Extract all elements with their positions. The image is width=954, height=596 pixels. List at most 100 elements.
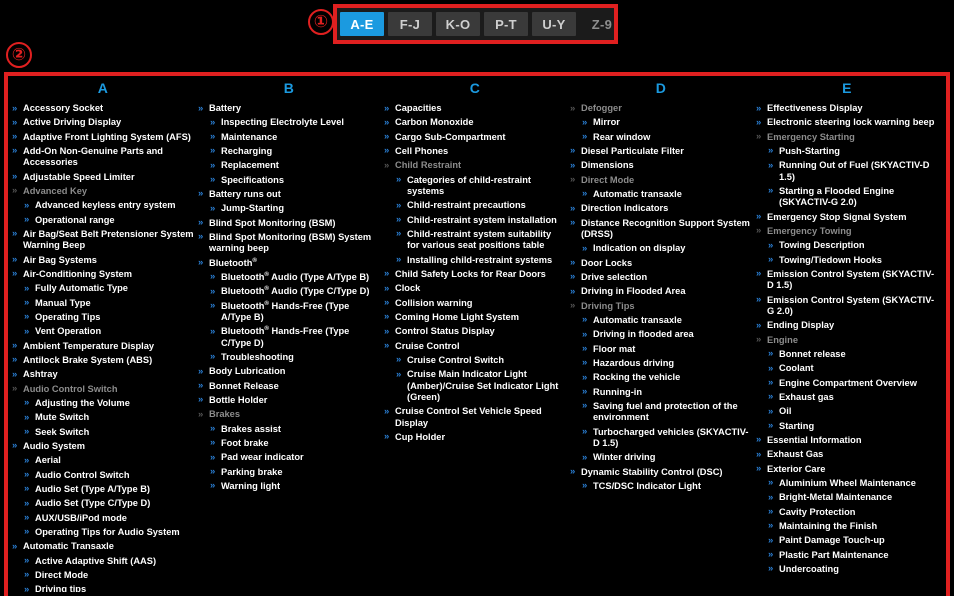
index-subentry-mirror[interactable]: » Mirror <box>582 117 752 128</box>
index-subentry-advanced-keyless-entry-system[interactable]: » Advanced keyless entry system <box>24 200 194 211</box>
index-subentry-replacement[interactable]: » Replacement <box>210 160 380 171</box>
index-subentry-cruise-main-indicator-light-amber-cruise-set-i[interactable]: » Cruise Main Indicator Light (Amber)/Cru… <box>396 369 566 403</box>
index-subentry-towing-description[interactable]: » Towing Description <box>768 240 938 251</box>
index-entry-dynamic-stability-control-dsc[interactable]: » Dynamic Stability Control (DSC) <box>570 466 752 478</box>
index-entry-body-lubrication[interactable]: » Body Lubrication <box>198 366 380 377</box>
index-subentry-child-restraint-system-suitability-for-various[interactable]: » Child-restraint system suitability for … <box>396 228 566 252</box>
index-subentry-operating-tips[interactable]: » Operating Tips <box>24 311 194 323</box>
index-entry-emergency-stop-signal-system[interactable]: » Emergency Stop Signal System <box>756 211 938 223</box>
index-entry-air-conditioning-system[interactable]: » Air-Conditioning System <box>12 268 194 280</box>
index-entry-cell-phones[interactable]: » Cell Phones <box>384 145 566 157</box>
index-entry-bonnet-release[interactable]: » Bonnet Release <box>198 380 380 392</box>
index-subentry-aux-usb-ipod-mode[interactable]: » AUX/USB/iPod mode <box>24 512 194 524</box>
index-subentry-child-restraint-system-installation[interactable]: » Child-restraint system installation <box>396 214 566 226</box>
index-subentry-direct-mode[interactable]: » Direct Mode <box>24 569 194 581</box>
index-entry-battery-runs-out[interactable]: » Battery runs out <box>198 188 380 200</box>
index-subentry-paint-damage-touch-up[interactable]: » Paint Damage Touch-up <box>768 535 938 546</box>
index-subentry-rear-window[interactable]: » Rear window <box>582 131 752 143</box>
index-entry-clock[interactable]: » Clock <box>384 283 566 294</box>
index-subentry-starting[interactable]: » Starting <box>768 420 938 432</box>
index-entry-collision-warning[interactable]: » Collision warning <box>384 297 566 309</box>
index-entry-cup-holder[interactable]: » Cup Holder <box>384 431 566 443</box>
index-entry-capacities[interactable]: » Capacities <box>384 103 566 114</box>
index-subentry-starting-a-flooded-engine-skyactiv-g-2-0[interactable]: » Starting a Flooded Engine (SKYACTIV-G 2… <box>768 185 938 209</box>
index-entry-exterior-care[interactable]: » Exterior Care <box>756 463 938 475</box>
index-subentry-audio-control-switch[interactable]: » Audio Control Switch <box>24 469 194 481</box>
index-subentry-seek-switch[interactable]: » Seek Switch <box>24 426 194 438</box>
index-entry-exhaust-gas[interactable]: » Exhaust Gas <box>756 449 938 460</box>
index-entry-emission-control-system-skyactiv-d-1-5[interactable]: » Emission Control System (SKYACTIV-D 1.5… <box>756 268 938 292</box>
index-subentry-driving-tips[interactable]: » Driving tips <box>24 584 194 592</box>
index-subentry-cavity-protection[interactable]: » Cavity Protection <box>768 506 938 518</box>
index-entry-direction-indicators[interactable]: » Direction Indicators <box>570 203 752 214</box>
index-subentry-hazardous-driving[interactable]: » Hazardous driving <box>582 357 752 369</box>
index-entry-air-bag-systems[interactable]: » Air Bag Systems <box>12 254 194 266</box>
index-entry-control-status-display[interactable]: » Control Status Display <box>384 326 566 337</box>
index-subentry-oil[interactable]: » Oil <box>768 406 938 417</box>
index-subentry-towing-tiedown-hooks[interactable]: » Towing/Tiedown Hooks <box>768 254 938 266</box>
index-subentry-tcs-dsc-indicator-light[interactable]: » TCS/DSC Indicator Light <box>582 480 752 492</box>
index-subentry-bluetooth-audio-type-a-type-b[interactable]: » Bluetooth® Audio (Type A/Type B) <box>210 271 380 283</box>
index-entry-electronic-steering-lock-warning-beep[interactable]: » Electronic steering lock warning beep <box>756 117 938 128</box>
index-subentry-aluminium-wheel-maintenance[interactable]: » Aluminium Wheel Maintenance <box>768 477 938 489</box>
index-entry-bluetooth[interactable]: » Bluetooth® <box>198 257 380 269</box>
index-subentry-manual-type[interactable]: » Manual Type <box>24 297 194 309</box>
index-subentry-rocking-the-vehicle[interactable]: » Rocking the vehicle <box>582 372 752 383</box>
index-subentry-categories-of-child-restraint-systems[interactable]: » Categories of child-restraint systems <box>396 174 566 198</box>
alphabet-range-tabs[interactable]: A-E F-J K-O P-T U-Y Z-9 <box>337 8 614 40</box>
index-subentry-installing-child-restraint-systems[interactable]: » Installing child-restraint systems <box>396 254 566 266</box>
index-entry-carbon-monoxide[interactable]: » Carbon Monoxide <box>384 117 566 128</box>
index-subentry-exhaust-gas[interactable]: » Exhaust gas <box>768 391 938 403</box>
index-subentry-saving-fuel-and-protection-of-the-environment[interactable]: » Saving fuel and protection of the envir… <box>582 400 752 424</box>
index-entry-cruise-control-set-vehicle-speed-display[interactable]: » Cruise Control Set Vehicle Speed Displa… <box>384 406 566 429</box>
index-subentry-turbocharged-vehicles-skyactiv-d-1-5[interactable]: » Turbocharged vehicles (SKYACTIV-D 1.5) <box>582 426 752 450</box>
index-entry-antilock-brake-system-abs[interactable]: » Antilock Brake System (ABS) <box>12 354 194 366</box>
index-subentry-inspecting-electrolyte-level[interactable]: » Inspecting Electrolyte Level <box>210 117 380 128</box>
index-subentry-bluetooth-hands-free-type-a-type-b[interactable]: » Bluetooth® Hands-Free (Type A/Type B) <box>210 300 380 324</box>
index-subentry-automatic-transaxle[interactable]: » Automatic transaxle <box>582 314 752 326</box>
index-entry-accessory-socket[interactable]: » Accessory Socket <box>12 103 194 114</box>
index-subentry-maintaining-the-finish[interactable]: » Maintaining the Finish <box>768 520 938 532</box>
index-entry-bottle-holder[interactable]: » Bottle Holder <box>198 394 380 406</box>
index-subentry-troubleshooting[interactable]: » Troubleshooting <box>210 351 380 363</box>
tab-u-y[interactable]: U-Y <box>532 12 576 36</box>
index-entry-battery[interactable]: » Battery <box>198 103 380 114</box>
index-entry-adjustable-speed-limiter[interactable]: » Adjustable Speed Limiter <box>12 171 194 183</box>
index-subentry-bonnet-release[interactable]: » Bonnet release <box>768 348 938 360</box>
index-entry-essential-information[interactable]: » Essential Information <box>756 434 938 446</box>
index-subentry-floor-mat[interactable]: » Floor mat <box>582 343 752 355</box>
index-subentry-fully-automatic-type[interactable]: » Fully Automatic Type <box>24 283 194 294</box>
index-entry-door-locks[interactable]: » Door Locks <box>570 257 752 269</box>
index-subentry-indication-on-display[interactable]: » Indication on display <box>582 243 752 254</box>
index-entry-driving-in-flooded-area[interactable]: » Driving in Flooded Area <box>570 286 752 297</box>
index-subentry-undercoating[interactable]: » Undercoating <box>768 563 938 575</box>
index-entry-diesel-particulate-filter[interactable]: » Diesel Particulate Filter <box>570 145 752 157</box>
tab-p-t[interactable]: P-T <box>484 12 528 36</box>
tab-a-e[interactable]: A-E <box>340 12 384 36</box>
index-subentry-driving-in-flooded-area[interactable]: » Driving in flooded area <box>582 329 752 340</box>
index-subentry-push-starting[interactable]: » Push-Starting <box>768 145 938 157</box>
index-subentry-brakes-assist[interactable]: » Brakes assist <box>210 423 380 435</box>
index-subentry-maintenance[interactable]: » Maintenance <box>210 131 380 143</box>
index-entry-adaptive-front-lighting-system-afs[interactable]: » Adaptive Front Lighting System (AFS) <box>12 131 194 143</box>
index-subentry-pad-wear-indicator[interactable]: » Pad wear indicator <box>210 452 380 463</box>
index-subentry-mute-switch[interactable]: » Mute Switch <box>24 412 194 423</box>
index-subentry-warning-light[interactable]: » Warning light <box>210 480 380 492</box>
index-subentry-bluetooth-hands-free-type-c-type-d[interactable]: » Bluetooth® Hands-Free (Type C/Type D) <box>210 326 380 349</box>
index-subentry-operating-tips-for-audio-system[interactable]: » Operating Tips for Audio System <box>24 526 194 538</box>
index-entry-distance-recognition-support-system-drss[interactable]: » Distance Recognition Support System (DR… <box>570 217 752 241</box>
index-subentry-jump-starting[interactable]: » Jump-Starting <box>210 203 380 214</box>
index-entry-coming-home-light-system[interactable]: » Coming Home Light System <box>384 311 566 323</box>
index-subentry-engine-compartment-overview[interactable]: » Engine Compartment Overview <box>768 377 938 389</box>
index-subentry-audio-set-type-a-type-b[interactable]: » Audio Set (Type A/Type B) <box>24 483 194 495</box>
index-subentry-recharging[interactable]: » Recharging <box>210 145 380 157</box>
index-entry-cruise-control[interactable]: » Cruise Control <box>384 340 566 352</box>
index-subentry-automatic-transaxle[interactable]: » Automatic transaxle <box>582 188 752 200</box>
index-entry-ashtray[interactable]: » Ashtray <box>12 369 194 380</box>
index-subentry-bright-metal-maintenance[interactable]: » Bright-Metal Maintenance <box>768 492 938 503</box>
index-subentry-running-in[interactable]: » Running-in <box>582 386 752 398</box>
index-entry-emission-control-system-skyactiv-g-2-0[interactable]: » Emission Control System (SKYACTIV-G 2.0… <box>756 294 938 318</box>
index-entry-audio-system[interactable]: » Audio System <box>12 440 194 452</box>
index-subentry-winter-driving[interactable]: » Winter driving <box>582 452 752 463</box>
tab-k-o[interactable]: K-O <box>436 12 480 36</box>
